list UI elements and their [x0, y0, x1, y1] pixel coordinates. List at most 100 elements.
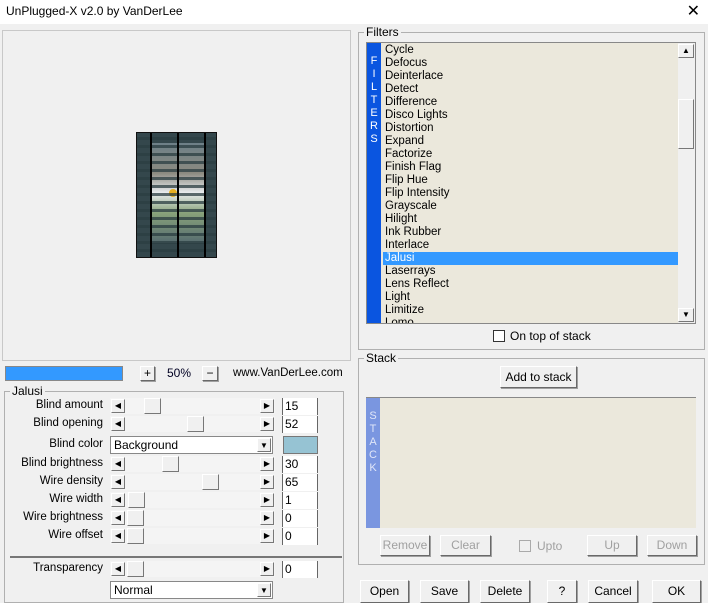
- divider: [10, 556, 342, 558]
- website-link[interactable]: www.VanDerLee.com: [233, 367, 343, 379]
- wire-offset-value-field[interactable]: 0: [282, 528, 318, 545]
- transparency-value-field[interactable]: 0: [282, 561, 318, 578]
- ok-button[interactable]: OK: [652, 580, 701, 603]
- blind-amount-slider[interactable]: ◀ ▶: [110, 398, 275, 414]
- wire-offset-slider[interactable]: ◀ ▶: [110, 528, 275, 544]
- zoom-level: 50%: [166, 366, 192, 380]
- wire-density-thumb[interactable]: [202, 474, 219, 490]
- help-button[interactable]: ?: [547, 580, 577, 603]
- slider-right-arrow-icon[interactable]: ▶: [260, 511, 274, 525]
- blind-brightness-thumb[interactable]: [162, 456, 179, 472]
- filter-item[interactable]: Flip Intensity: [383, 187, 679, 200]
- wire-width-thumb[interactable]: [128, 492, 145, 508]
- upto-checkbox[interactable]: [519, 540, 531, 552]
- wire-brightness-slider[interactable]: ◀ ▶: [110, 510, 275, 526]
- wire-brightness-value-field[interactable]: 0: [282, 510, 318, 527]
- blind-opening-thumb[interactable]: [187, 416, 204, 432]
- filter-item[interactable]: Distortion: [383, 122, 679, 135]
- slider-right-arrow-icon[interactable]: ▶: [260, 399, 274, 413]
- filter-item[interactable]: Grayscale: [383, 200, 679, 213]
- scroll-up-icon[interactable]: ▲: [678, 44, 694, 58]
- filter-item[interactable]: Disco Lights: [383, 109, 679, 122]
- blind-color-swatch[interactable]: [283, 436, 318, 454]
- slider-right-arrow-icon[interactable]: ▶: [260, 562, 274, 576]
- blind-slat: [137, 257, 217, 258]
- filter-item[interactable]: Factorize: [383, 148, 679, 161]
- slider-right-arrow-icon[interactable]: ▶: [260, 493, 274, 507]
- filter-item[interactable]: Cycle: [383, 44, 679, 57]
- filter-item[interactable]: Expand: [383, 135, 679, 148]
- wire-width-slider[interactable]: ◀ ▶: [110, 492, 275, 508]
- slider-left-arrow-icon[interactable]: ◀: [111, 417, 125, 431]
- title-bar: UnPlugged-X v2.0 by VanDerLee ✕: [0, 0, 708, 24]
- slider-left-arrow-icon[interactable]: ◀: [111, 562, 125, 576]
- filter-item[interactable]: Ink Rubber: [383, 226, 679, 239]
- filter-item[interactable]: Flip Hue: [383, 174, 679, 187]
- save-button[interactable]: Save: [420, 580, 469, 603]
- slider-left-arrow-icon[interactable]: ◀: [111, 493, 125, 507]
- blind-color-label: Blind color: [49, 438, 103, 450]
- filter-item[interactable]: Hilight: [383, 213, 679, 226]
- filter-item[interactable]: Limitize: [383, 304, 679, 317]
- filter-item[interactable]: Jalusi: [383, 252, 679, 265]
- down-button[interactable]: Down: [647, 535, 697, 556]
- cancel-button[interactable]: Cancel: [588, 580, 638, 603]
- scroll-thumb[interactable]: [678, 99, 694, 149]
- blind-amount-thumb[interactable]: [144, 398, 161, 414]
- wire-offset-thumb[interactable]: [127, 528, 144, 544]
- filters-scrollbar[interactable]: ▲ ▼: [678, 43, 695, 323]
- slider-right-arrow-icon[interactable]: ▶: [260, 457, 274, 471]
- on-top-checkbox[interactable]: [493, 330, 505, 342]
- scroll-down-icon[interactable]: ▼: [678, 308, 694, 322]
- filter-item[interactable]: Deinterlace: [383, 70, 679, 83]
- add-to-stack-button[interactable]: Add to stack: [500, 366, 577, 388]
- transparency-thumb[interactable]: [127, 561, 144, 577]
- zoom-out-button[interactable]: −: [202, 366, 218, 381]
- filter-item[interactable]: Defocus: [383, 57, 679, 70]
- preview-image: [136, 132, 217, 258]
- wire-density-slider[interactable]: ◀ ▶: [110, 474, 275, 490]
- chevron-down-icon[interactable]: ▼: [257, 438, 271, 452]
- filters-title: Filters: [364, 25, 401, 39]
- filter-item[interactable]: Lomo: [383, 317, 679, 323]
- clear-button[interactable]: Clear: [440, 535, 491, 556]
- wire-width-value-field[interactable]: 1: [282, 492, 318, 509]
- open-button[interactable]: Open: [360, 580, 409, 603]
- blind-amount-value-field[interactable]: 15: [282, 398, 318, 415]
- close-icon[interactable]: ✕: [687, 1, 700, 21]
- blind-amount-label: Blind amount: [35, 399, 103, 411]
- blind-brightness-slider[interactable]: ◀ ▶: [110, 456, 275, 472]
- filters-list[interactable]: FILTERS Cycle Defocus Deinterlace Detect Dif…: [366, 42, 696, 324]
- stack-list[interactable]: STACK: [366, 397, 696, 528]
- zoom-in-button[interactable]: +: [140, 366, 155, 381]
- slider-left-arrow-icon[interactable]: ◀: [111, 457, 125, 471]
- wire-brightness-thumb[interactable]: [127, 510, 144, 526]
- preview-panel[interactable]: [2, 30, 351, 361]
- filter-item[interactable]: Interlace: [383, 239, 679, 252]
- slider-left-arrow-icon[interactable]: ◀: [111, 529, 125, 543]
- filter-item[interactable]: Detect: [383, 83, 679, 96]
- blind-color-select[interactable]: Background ▼: [110, 436, 273, 454]
- slider-left-arrow-icon[interactable]: ◀: [111, 399, 125, 413]
- filter-item[interactable]: Light: [383, 291, 679, 304]
- filter-item[interactable]: Difference: [383, 96, 679, 109]
- blind-brightness-value-field[interactable]: 30: [282, 456, 318, 473]
- blend-mode-select[interactable]: Normal ▼: [110, 581, 273, 599]
- remove-button[interactable]: Remove: [380, 535, 430, 556]
- delete-button[interactable]: Delete: [480, 580, 530, 603]
- slider-left-arrow-icon[interactable]: ◀: [111, 511, 125, 525]
- filter-item[interactable]: Finish Flag: [383, 161, 679, 174]
- filter-item[interactable]: Laserrays: [383, 265, 679, 278]
- wire-density-value-field[interactable]: 65: [282, 474, 318, 491]
- up-button[interactable]: Up: [587, 535, 637, 556]
- slider-right-arrow-icon[interactable]: ▶: [260, 417, 274, 431]
- transparency-slider[interactable]: ◀ ▶: [110, 561, 275, 577]
- slider-left-arrow-icon[interactable]: ◀: [111, 475, 125, 489]
- chevron-down-icon[interactable]: ▼: [257, 583, 271, 597]
- slider-right-arrow-icon[interactable]: ▶: [260, 475, 274, 489]
- blind-opening-value-field[interactable]: 52: [282, 416, 318, 433]
- blind-opening-slider[interactable]: ◀ ▶: [110, 416, 275, 432]
- filter-item[interactable]: Lens Reflect: [383, 278, 679, 291]
- slider-right-arrow-icon[interactable]: ▶: [260, 529, 274, 543]
- blind-wire: [204, 133, 206, 257]
